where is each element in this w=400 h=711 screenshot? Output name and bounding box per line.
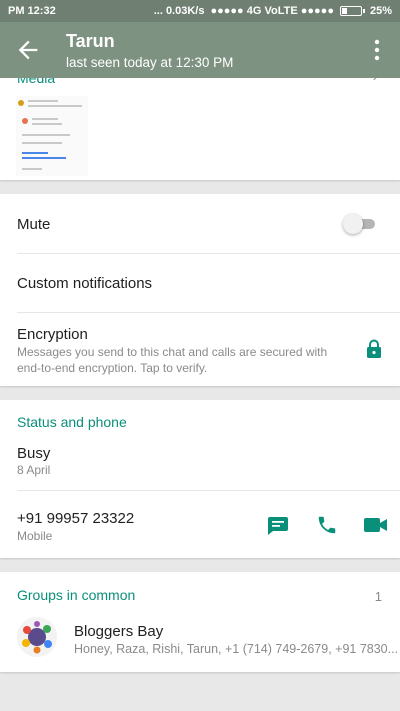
mute-label: Mute	[17, 216, 51, 233]
encryption-description: Messages you send to this chat and calls…	[17, 345, 328, 375]
signal-text: ●●●●● 4G VoLTE ●●●●●	[210, 5, 334, 17]
battery-icon	[339, 6, 365, 16]
status-text: Busy	[17, 445, 51, 462]
contact-name[interactable]: Tarun	[66, 31, 115, 52]
mute-toggle[interactable]	[343, 214, 377, 234]
more-vert-icon[interactable]	[368, 38, 386, 62]
custom-notifications-label: Custom notifications	[17, 275, 153, 292]
status-time: PM 12:32	[8, 5, 56, 17]
status-bar: PM 12:32 ... 0.03K/s ●●●●● 4G VoLTE ●●●●…	[0, 0, 400, 22]
group-avatar[interactable]	[17, 617, 57, 657]
video-icon[interactable]	[364, 517, 388, 533]
lock-icon	[367, 339, 381, 358]
phone-number: +91 99957 23322	[17, 510, 135, 527]
custom-notifications-row[interactable]: Custom notifications	[0, 254, 400, 312]
groups-count: 1	[374, 589, 382, 604]
mute-row[interactable]: Mute	[0, 194, 400, 254]
encryption-label: Encryption	[17, 326, 88, 343]
message-icon[interactable]	[267, 516, 289, 536]
group-avatar-icon	[17, 617, 57, 657]
group-list-item[interactable]: Bloggers Bay Honey, Raza, Rishi, Tarun, …	[0, 608, 400, 666]
phone-type: Mobile	[17, 529, 53, 543]
status-phone-title: Status and phone	[17, 414, 127, 430]
last-seen: last seen today at 12:30 PM	[66, 55, 234, 70]
back-arrow-icon[interactable]	[14, 36, 42, 64]
battery-percent: 25%	[369, 5, 392, 17]
status-row: Busy 8 April	[0, 436, 400, 490]
status-date: 8 April	[17, 463, 51, 477]
phone-row[interactable]: +91 99957 23322 Mobile	[0, 491, 400, 558]
media-card: Media ›	[0, 60, 400, 180]
group-name: Bloggers Bay	[74, 623, 164, 640]
encryption-row[interactable]: Encryption Messages you send to this cha…	[0, 313, 400, 386]
media-thumbnail[interactable]	[16, 96, 88, 176]
app-bar: Tarun last seen today at 12:30 PM	[0, 22, 400, 78]
groups-title: Groups in common	[17, 587, 136, 603]
status-indicators: ... 0.03K/s ●●●●● 4G VoLTE ●●●●● 25%	[154, 5, 392, 17]
phone-icon[interactable]	[316, 514, 338, 536]
group-members: Honey, Raza, Rishi, Tarun, +1 (714) 749-…	[74, 642, 399, 656]
network-speed: ... 0.03K/s	[153, 5, 205, 17]
